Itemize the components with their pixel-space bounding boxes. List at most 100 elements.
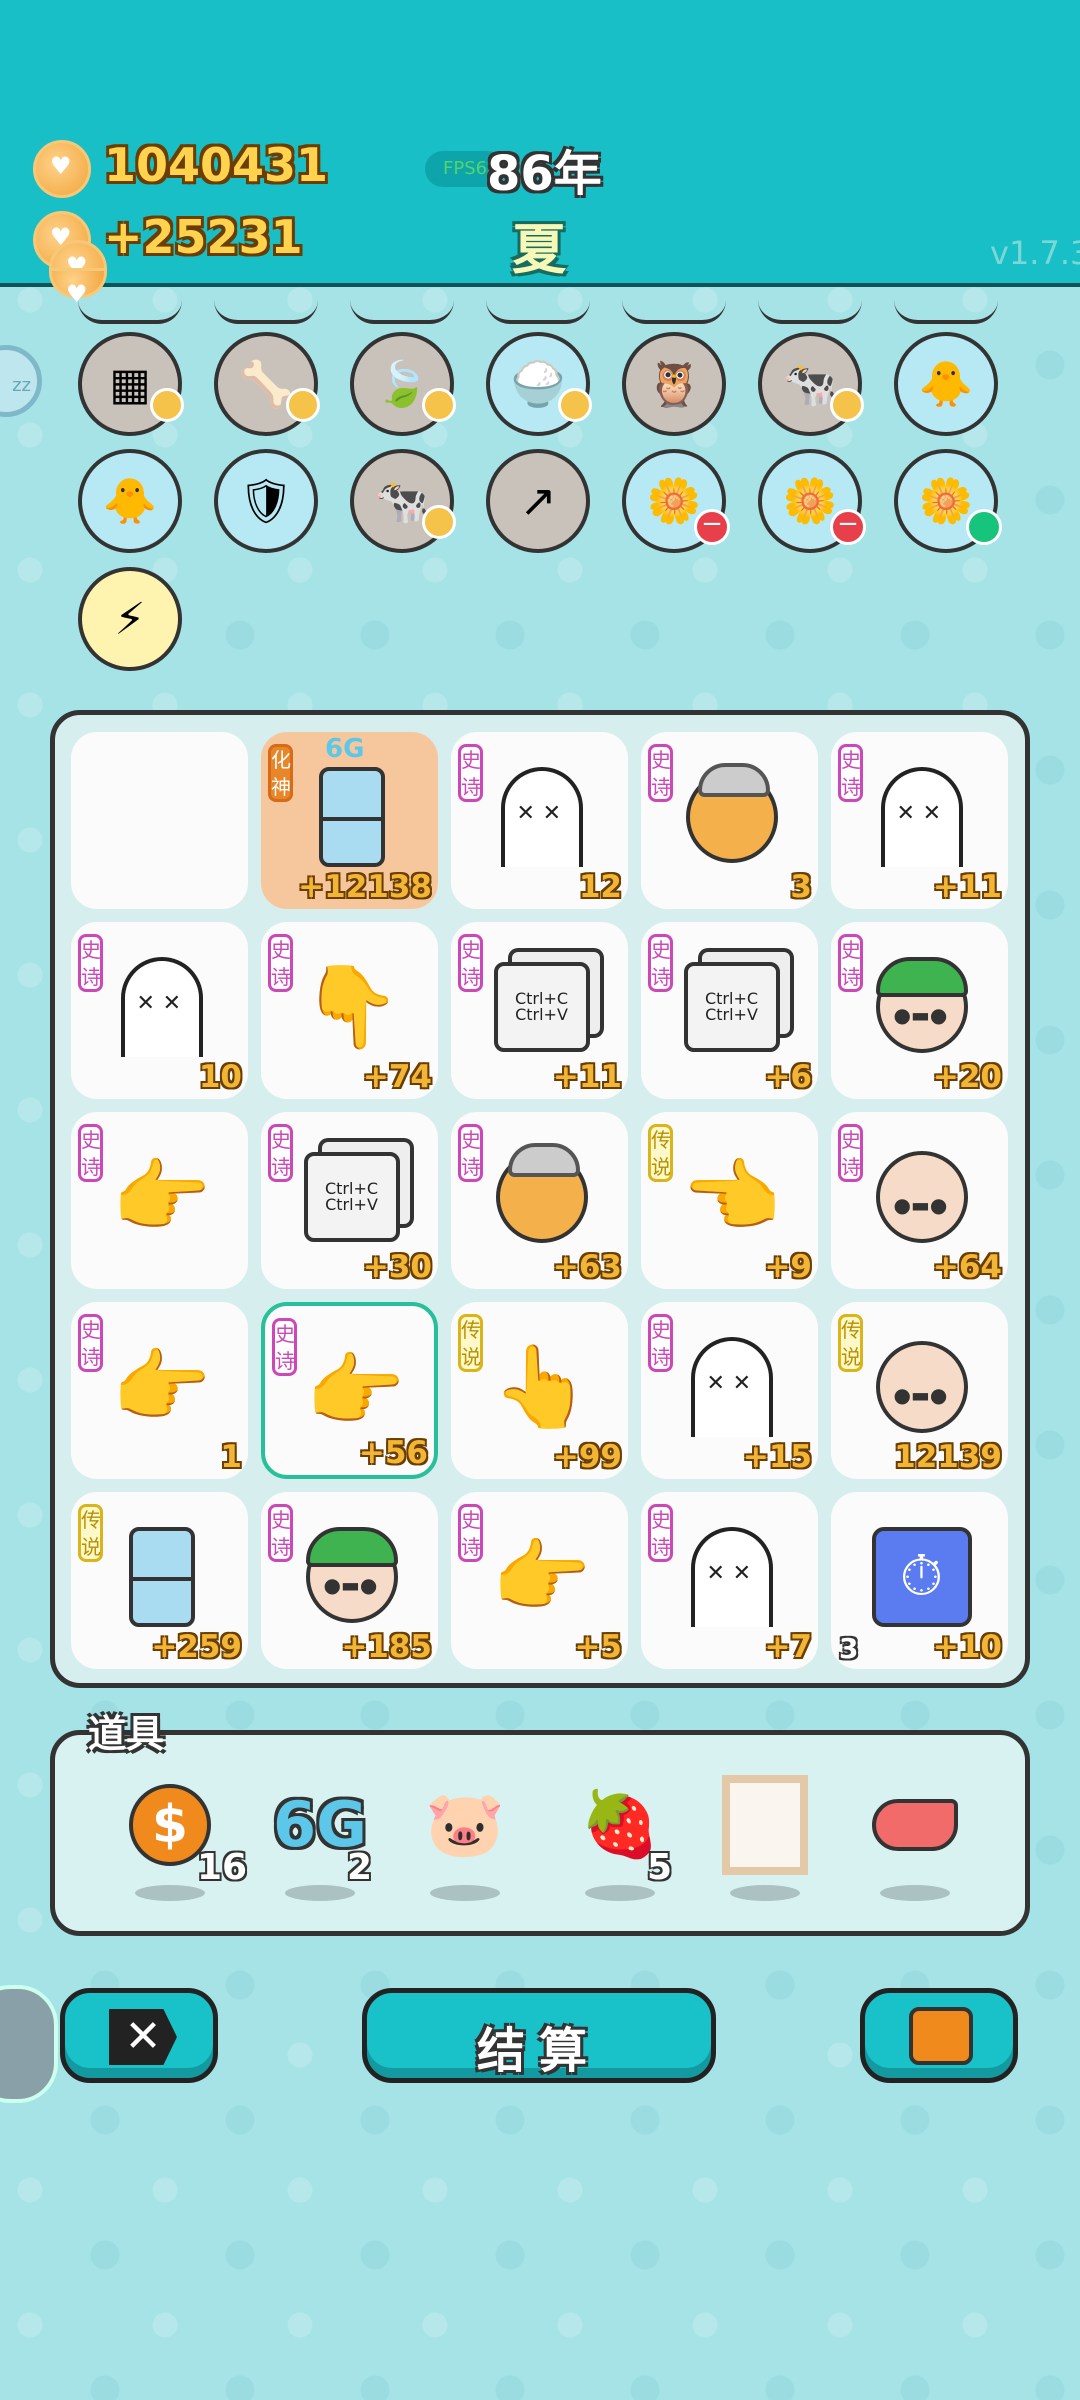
prop-shadow: [285, 1885, 355, 1901]
prop-piggy-bank[interactable]: 🐷: [410, 1777, 520, 1901]
rarity-tag: 史诗: [838, 744, 863, 802]
item-cell[interactable]: 化神 6G +12138: [261, 732, 438, 909]
rarity-tag: 史诗: [458, 934, 483, 992]
pointing-hand-icon: 👈: [681, 1150, 782, 1243]
flower-pot-plus-icon[interactable]: 🌼: [894, 449, 1002, 553]
prop-6g-badge[interactable]: 6G 2: [265, 1777, 375, 1901]
item-cell[interactable]: 史诗 Ctrl+C Ctrl+V +6: [641, 922, 818, 1099]
pointing-hand-icon: 👉: [111, 1150, 212, 1243]
piggy-bank-icon: 🐷: [425, 1788, 505, 1862]
briefcase-button[interactable]: [860, 1988, 1018, 2083]
item-value: +12138: [298, 869, 432, 905]
item-cell[interactable]: 史诗 +63: [451, 1112, 628, 1289]
item-cell[interactable]: 史诗 10: [71, 922, 248, 1099]
cow-pair-2-icon[interactable]: 🐄: [350, 449, 456, 553]
hidden-buff-row: [78, 300, 182, 324]
hidden-buff-row: [486, 300, 590, 324]
lightning-icon[interactable]: ⚡: [78, 567, 182, 671]
item-cell[interactable]: ⏱ +10 3: [831, 1492, 1008, 1669]
rarity-tag: 史诗: [268, 1504, 293, 1562]
green-hat-man-icon: [299, 1522, 404, 1632]
arrow-up-card-icon[interactable]: ↗: [486, 449, 590, 553]
item-cell[interactable]: 史诗 +20: [831, 922, 1008, 1099]
empty-slot[interactable]: [71, 732, 248, 909]
owl-pair-icon[interactable]: 🦉: [622, 332, 726, 436]
pointing-hand-icon: 👉: [491, 1530, 592, 1623]
item-cell[interactable]: 史诗 Ctrl+C Ctrl+V +30: [261, 1112, 438, 1289]
prop-frame[interactable]: [710, 1775, 820, 1901]
copy-paste-icon: Ctrl+C Ctrl+V: [299, 1142, 404, 1252]
rarity-tag: 化神: [268, 744, 293, 802]
rarity-tag: 史诗: [838, 1124, 863, 1182]
rice-bowl-icon[interactable]: 🍚: [486, 332, 592, 436]
prop-shadow: [585, 1885, 655, 1901]
item-value: +15: [742, 1439, 812, 1475]
pointing-hand-icon: 👇: [301, 960, 402, 1053]
item-value: +11: [552, 1059, 622, 1095]
prop-shadow: [880, 1885, 950, 1901]
discard-button[interactable]: ✕: [60, 1988, 218, 2083]
item-uses: 3: [839, 1632, 859, 1665]
chick-with-egg-icon[interactable]: 🐥: [894, 332, 998, 436]
item-cell[interactable]: 史诗 👉 +56: [261, 1302, 438, 1479]
side-avatar[interactable]: [0, 1985, 58, 2103]
item-value: +74: [362, 1059, 432, 1095]
pet-food-bowl-icon[interactable]: 🦴: [214, 332, 320, 436]
item-cell[interactable]: 史诗 12: [451, 732, 628, 909]
item-value: +9: [764, 1249, 812, 1285]
item-cell[interactable]: 史诗 +64: [831, 1112, 1008, 1289]
heart-badge-icon: [286, 388, 320, 422]
item-cell[interactable]: 史诗 +15: [641, 1302, 818, 1479]
item-cell[interactable]: 史诗 👇 +74: [261, 922, 438, 1099]
briefcase-icon: [909, 2007, 973, 2065]
pointing-hand-icon: 👆: [491, 1340, 592, 1433]
liver-icon: [872, 1777, 958, 1873]
item-cell[interactable]: 传说 👈 +9: [641, 1112, 818, 1289]
prop-strawberry[interactable]: 🍓 5: [565, 1777, 675, 1901]
shield-wrench-icon[interactable]: 🛡: [214, 449, 318, 553]
flower-pot-minus-2-icon[interactable]: 🌼 −: [758, 449, 866, 553]
rarity-tag: 史诗: [268, 1124, 293, 1182]
rarity-tag: 史诗: [648, 744, 673, 802]
prop-count: 2: [347, 1847, 373, 1888]
item-cell[interactable]: 史诗 +11: [831, 732, 1008, 909]
prop-shadow: [730, 1885, 800, 1901]
chick-with-egg-2-icon[interactable]: 🐥: [78, 449, 182, 553]
rarity-tag: 传说: [838, 1314, 863, 1372]
item-cell[interactable]: 史诗 👉 1: [71, 1302, 248, 1479]
cow-pair-icon[interactable]: 🐄: [758, 332, 864, 436]
item-cell[interactable]: 史诗 +7: [641, 1492, 818, 1669]
rarity-tag: 史诗: [272, 1318, 297, 1376]
item-cell[interactable]: 史诗 👉: [71, 1112, 248, 1289]
item-cell[interactable]: 传说 +259: [71, 1492, 248, 1669]
item-cell[interactable]: 传说 12139: [831, 1302, 1008, 1479]
copy-paste-icon: Ctrl+C Ctrl+V: [679, 952, 784, 1062]
item-board: 化神6G+12138史诗12史诗3史诗+11史诗10史诗👇+74史诗Ctrl+C…: [50, 710, 1030, 1688]
rarity-tag: 史诗: [268, 934, 293, 992]
settle-label: 结算: [476, 2023, 601, 2079]
item-cell[interactable]: 史诗 +185: [261, 1492, 438, 1669]
item-cell[interactable]: 史诗 3: [641, 732, 818, 909]
item-value: +6: [764, 1059, 812, 1095]
item-cell[interactable]: 传说 👆 +99: [451, 1302, 628, 1479]
green-hat-man-icon: [869, 952, 974, 1062]
item-cell[interactable]: 史诗 Ctrl+C Ctrl+V +11: [451, 922, 628, 1099]
item-value: 10: [198, 1059, 242, 1095]
item-value: +99: [552, 1439, 622, 1475]
rarity-tag: 史诗: [458, 1504, 483, 1562]
green-leaf-icon[interactable]: 🍃: [350, 332, 456, 436]
sugar-cubes-icon[interactable]: ▦: [78, 332, 184, 436]
settle-button[interactable]: 结算: [362, 1988, 716, 2083]
prop-dollar-coin[interactable]: $16: [115, 1777, 247, 1901]
bald-man-icon: [869, 1142, 974, 1252]
rarity-tag: 史诗: [78, 934, 103, 992]
prop-liver[interactable]: [860, 1777, 970, 1901]
item-value: +20: [932, 1059, 1002, 1095]
rarity-tag: 史诗: [838, 934, 863, 992]
green-dot-icon: [966, 509, 1002, 545]
grey-hair-bird-icon: [679, 762, 784, 872]
ghost-icon: [679, 1522, 784, 1632]
prop-count: 5: [647, 1847, 673, 1888]
item-cell[interactable]: 史诗 👉 +5: [451, 1492, 628, 1669]
flower-pot-minus-icon[interactable]: 🌼 −: [622, 449, 730, 553]
